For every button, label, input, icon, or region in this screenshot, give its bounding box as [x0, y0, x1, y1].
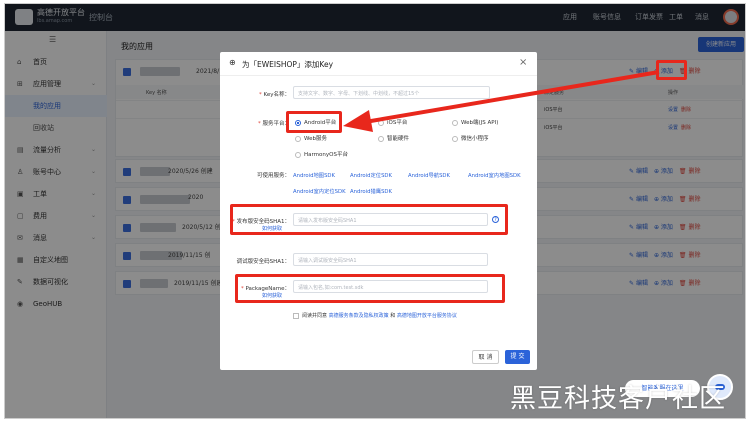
- browser-frame: 高德开放平台 lbs.amap.com 控制台 应用 账号信息 订单发票 工单 …: [4, 3, 746, 419]
- annotation-arrow-icon: [343, 70, 660, 132]
- watermark: 黑豆科技客户社区: [510, 384, 727, 414]
